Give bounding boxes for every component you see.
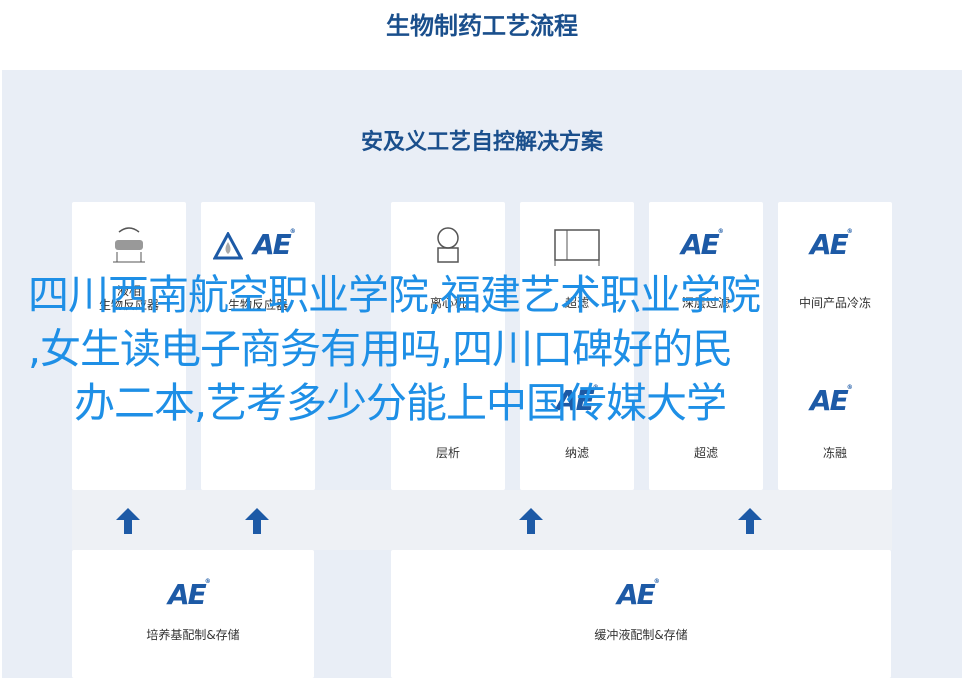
overlay-line: 办二本,艺考多少分能上中国传媒大学 bbox=[74, 379, 727, 427]
card-label: 层析 bbox=[435, 446, 460, 460]
overlay-line: ,女生读电子商务有用吗,四川口碑好的民 bbox=[28, 325, 733, 373]
card-label: 缓冲液配制&存储 bbox=[594, 628, 688, 642]
arrow-up-icon bbox=[738, 508, 762, 534]
drop-triangle-icon bbox=[213, 232, 243, 260]
arrow-band bbox=[72, 490, 892, 550]
centrifuge-icon bbox=[437, 227, 459, 263]
card-label: 超滤 bbox=[693, 446, 718, 460]
arrow-up-icon bbox=[245, 508, 269, 534]
process-card-media[interactable]: AE® 培养基配制&存储 bbox=[72, 550, 314, 678]
card-label: 纳滤 bbox=[564, 446, 589, 460]
arrow-up-icon bbox=[116, 508, 140, 534]
ae-logo-icon: AE® bbox=[168, 578, 211, 611]
card-label: 冻融 bbox=[822, 446, 847, 460]
ae-logo-icon: AE® bbox=[681, 228, 724, 261]
filter-skid-icon bbox=[554, 229, 600, 266]
card-label: 培养基配制&存储 bbox=[146, 628, 240, 642]
ae-logo-icon: AE® bbox=[617, 578, 660, 611]
overlay-line: 四川西南航空职业学院,福建艺术职业学院 bbox=[28, 271, 761, 319]
ae-logo-icon: AE® bbox=[810, 228, 853, 261]
arrow-up-icon bbox=[519, 508, 543, 534]
panel-title: 安及义工艺自控解决方案 bbox=[360, 130, 603, 155]
page-title: 生物制药工艺流程 bbox=[386, 12, 578, 40]
process-card-buffer[interactable]: AE® 缓冲液配制&存储 bbox=[391, 550, 891, 678]
overlay-headline: 四川西南航空职业学院,福建艺术职业学院 ,女生读电子商务有用吗,四川口碑好的民 … bbox=[28, 268, 928, 430]
bioreactor-icon bbox=[113, 227, 145, 263]
ae-logo-icon: AE® bbox=[253, 228, 296, 261]
